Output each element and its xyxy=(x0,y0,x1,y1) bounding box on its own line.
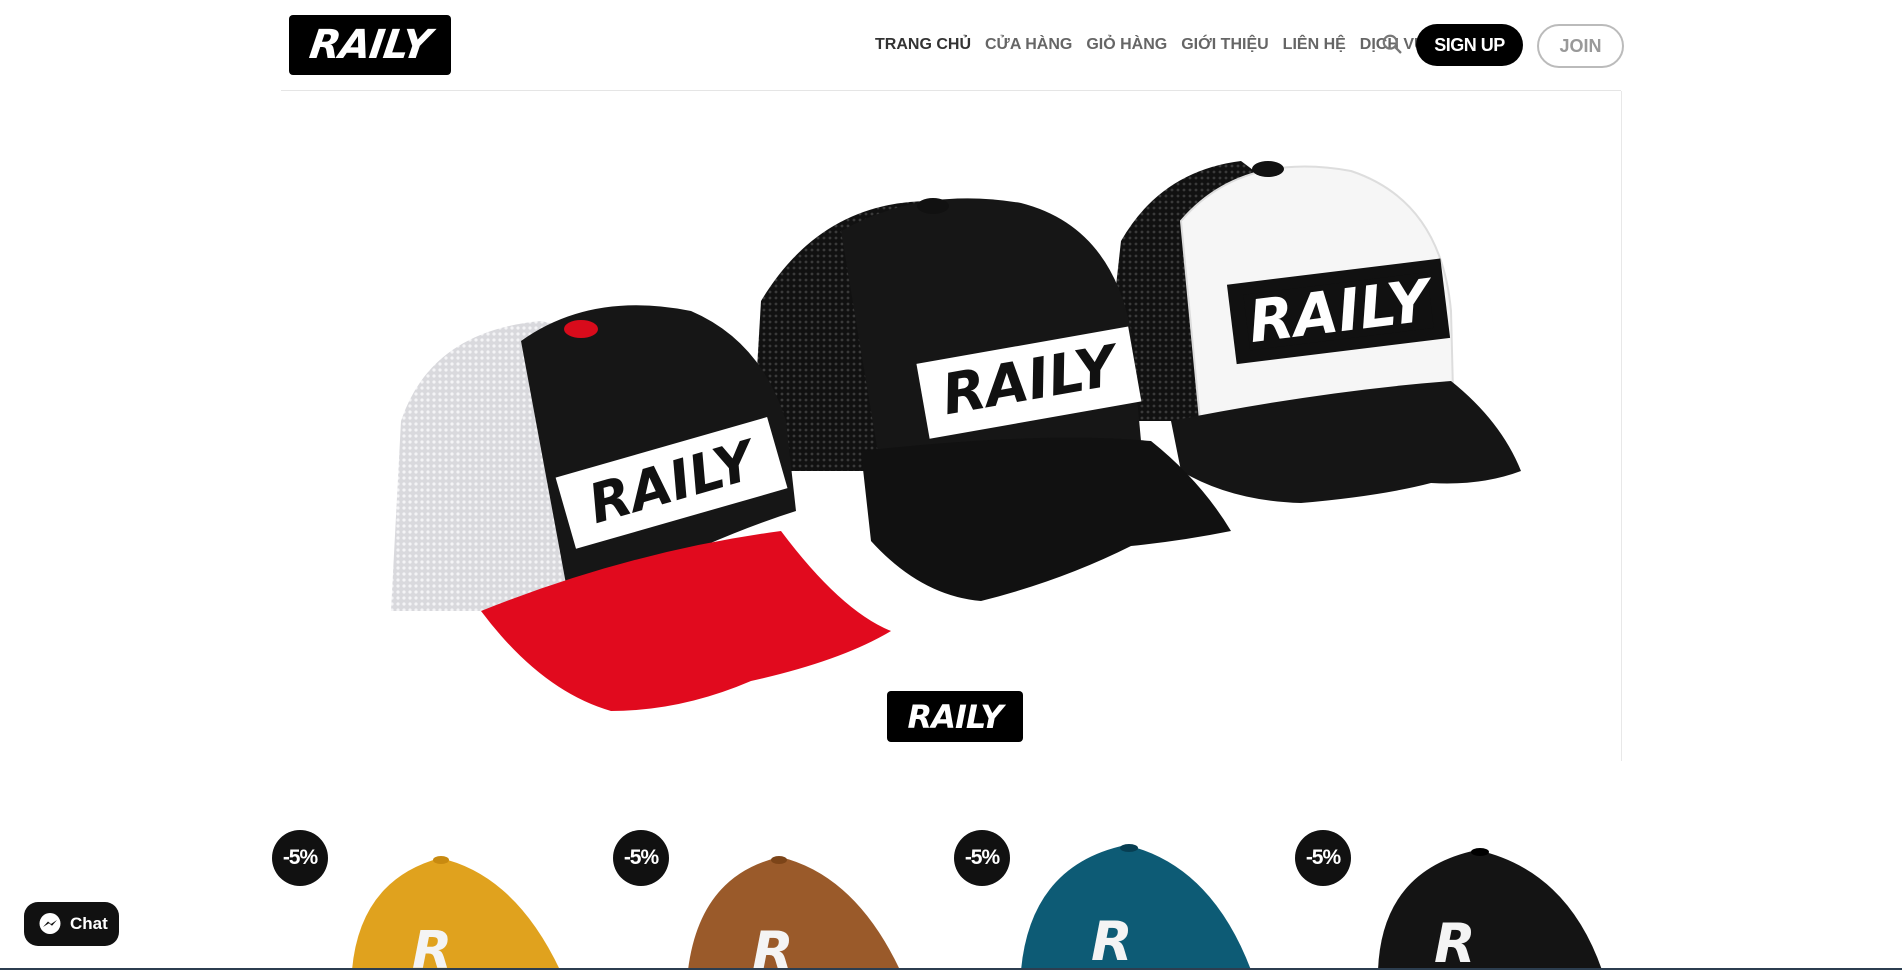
discount-badge: -5% xyxy=(954,830,1010,886)
main-nav: TRANG CHỦ CỬA HÀNG GIỎ HÀNG GIỚI THIỆU L… xyxy=(868,28,1445,62)
product-letter: R xyxy=(1091,910,1133,970)
messenger-icon xyxy=(39,913,61,934)
site-logo[interactable]: RAILY xyxy=(289,15,451,75)
product-letter: R xyxy=(752,920,794,970)
discount-badge: -5% xyxy=(1295,830,1351,886)
chat-button[interactable]: Chat xyxy=(24,902,119,946)
nav-item-shop[interactable]: CỬA HÀNG xyxy=(985,36,1072,54)
site-header: RAILY TRANG CHỦ CỬA HÀNG GIỎ HÀNG GIỚI T… xyxy=(0,0,1902,90)
product-letter: R xyxy=(412,921,452,970)
product-grid: -5% R -5% R -5% R -5% R xyxy=(270,820,1630,970)
product-card[interactable]: -5% R xyxy=(1292,820,1622,970)
discount-badge: -5% xyxy=(613,830,669,886)
product-card[interactable]: -5% R xyxy=(270,820,600,970)
hero-brand-logo-text: RAILY xyxy=(907,697,1004,736)
product-card[interactable]: -5% R xyxy=(610,820,940,970)
hero-brand-logo: RAILY xyxy=(887,691,1023,742)
nav-item-home[interactable]: TRANG CHỦ xyxy=(875,36,971,54)
nav-item-cart[interactable]: GIỎ HÀNG xyxy=(1086,36,1167,54)
hero-banner[interactable]: RAILY RAILY RAILY xyxy=(281,91,1622,761)
discount-badge: -5% xyxy=(272,830,328,886)
search-icon[interactable] xyxy=(1381,33,1403,55)
signup-button[interactable]: SIGN UP xyxy=(1416,24,1523,66)
cap-white-front: RAILY xyxy=(1101,161,1521,503)
chat-label: Chat xyxy=(70,914,108,933)
nav-item-contact[interactable]: LIÊN HỆ xyxy=(1283,36,1346,54)
nav-item-about[interactable]: GIỚI THIỆU xyxy=(1181,36,1268,54)
hero-caps-image: RAILY RAILY RAILY xyxy=(391,161,1521,711)
product-letter: R xyxy=(1434,912,1476,970)
product-card[interactable]: -5% R xyxy=(951,820,1281,970)
site-logo-text: RAILY xyxy=(306,22,434,68)
join-button[interactable]: JOIN xyxy=(1537,24,1624,68)
